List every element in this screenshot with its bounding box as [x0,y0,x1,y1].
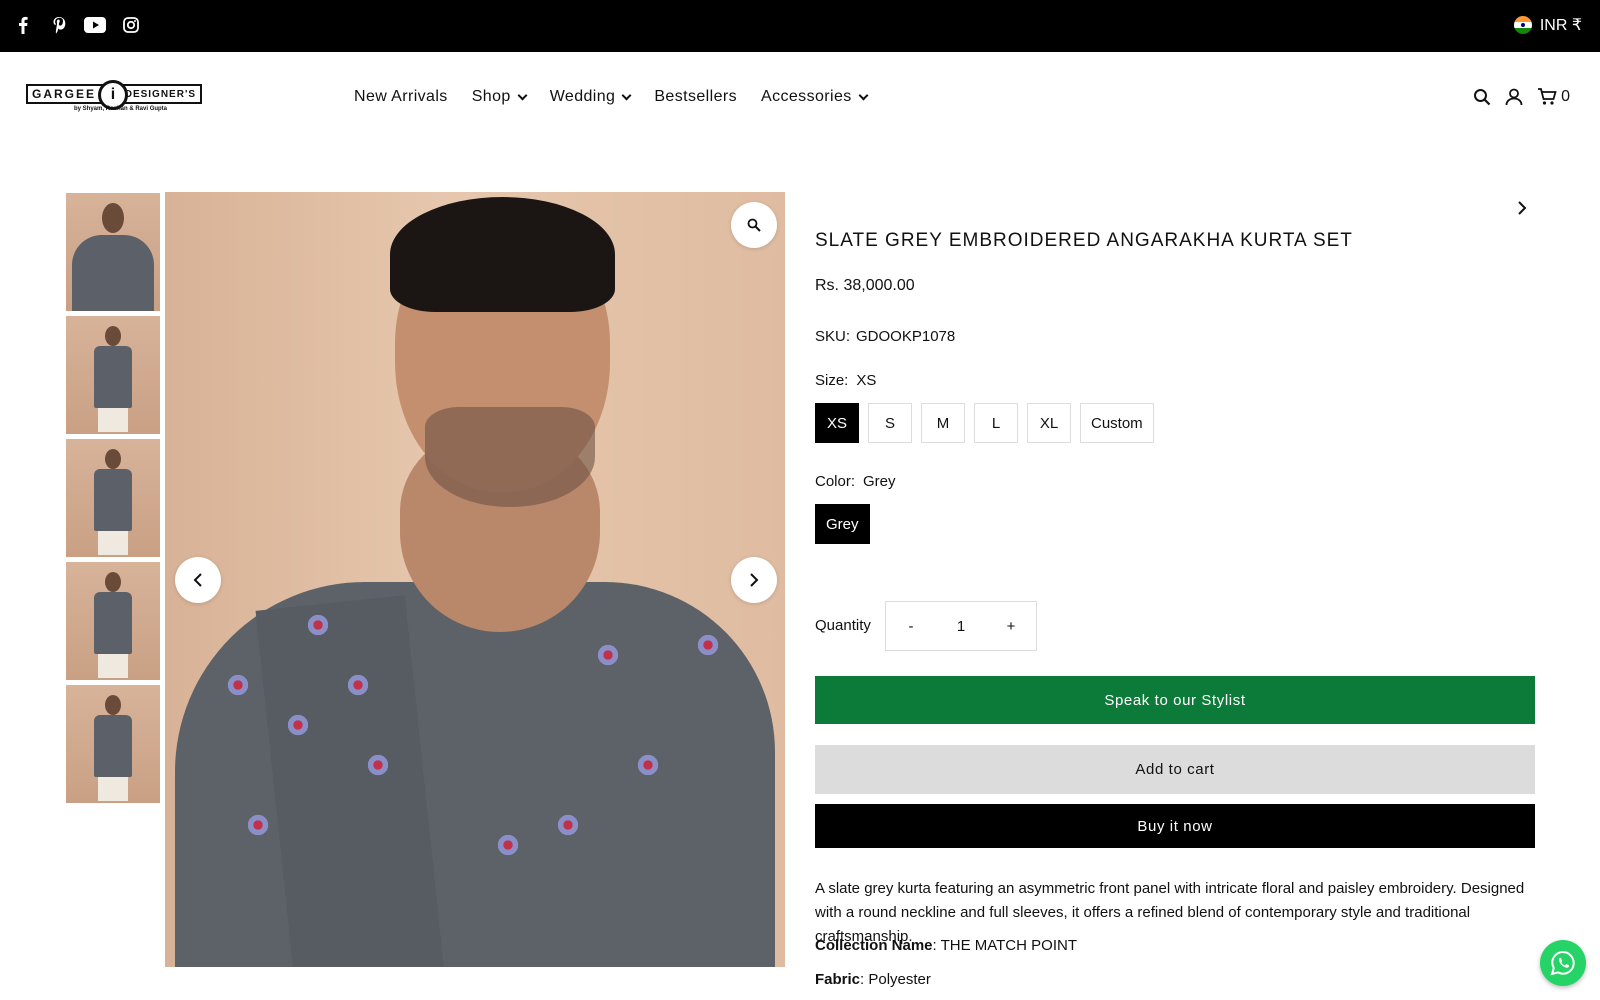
thumbnail-1[interactable] [66,193,160,311]
quantity-stepper: - 1 + [885,601,1037,651]
size-option-l[interactable]: L [974,403,1018,443]
magnifier-icon [747,218,761,232]
thumbnail-5[interactable] [66,685,160,803]
pinterest-icon[interactable] [48,14,70,36]
youtube-icon[interactable] [84,14,106,36]
size-options: XS S M L XL Custom [815,403,1154,443]
sku-value: GDOOKP1078 [856,328,956,345]
india-flag-icon [1513,16,1532,34]
collection-label: Collection Name [815,937,933,954]
chevron-right-icon [750,573,759,587]
quantity-label: Quantity [815,617,871,634]
currency-selector[interactable]: INR ₹ [1513,15,1582,35]
quantity-increase-button[interactable]: + [986,618,1036,635]
thumbnail-4[interactable] [66,562,160,680]
chevron-down-icon [621,90,632,100]
site-logo[interactable]: GARGEE DESIGNER'S i by Shyam, Roshan & R… [26,80,202,116]
product-title: SLATE GREY EMBROIDERED ANGARAKHA KURTA S… [815,230,1353,251]
main-nav: New Arrivals Shop Wedding Bestsellers Ac… [354,88,869,106]
buy-now-button[interactable]: Buy it now [815,804,1535,848]
next-image-button[interactable] [731,557,777,603]
nav-label: Accessories [761,88,852,105]
zoom-button[interactable] [731,202,777,248]
product-price: Rs. 38,000.00 [815,277,915,294]
nav-label: Shop [471,88,511,105]
whatsapp-chat-button[interactable] [1540,940,1586,986]
fabric-info: Fabric: Polyester [815,971,931,988]
top-bar: INR ₹ [0,0,1600,52]
size-option-m[interactable]: M [921,403,965,443]
account-icon[interactable] [1505,88,1523,106]
product-main-image[interactable] [165,192,785,967]
color-label: Color: Grey [815,473,896,490]
size-label: Size: XS [815,372,876,389]
instagram-icon[interactable] [120,14,142,36]
nav-wedding[interactable]: Wedding [549,88,632,106]
color-label-text: Color: [815,473,856,490]
size-selected-value: XS [856,372,877,389]
chevron-right-icon [1518,201,1527,215]
cart-button[interactable]: 0 [1537,88,1570,106]
previous-image-button[interactable] [175,557,221,603]
sku-label: SKU: [815,328,851,345]
fabric-value: : Polyester [860,971,931,988]
add-to-cart-button[interactable]: Add to cart [815,745,1535,794]
nav-label: Wedding [549,88,616,105]
next-product-button[interactable] [1510,196,1534,220]
facebook-icon[interactable] [12,14,34,36]
size-label-text: Size: [815,372,849,389]
nav-label: New Arrivals [354,88,448,105]
chevron-left-icon [193,573,202,587]
nav-bestsellers[interactable]: Bestsellers [654,88,737,106]
size-option-s[interactable]: S [868,403,912,443]
fabric-label: Fabric [815,971,861,988]
thumbnail-2[interactable] [66,316,160,434]
color-option-grey[interactable]: Grey [815,504,870,544]
search-icon[interactable] [1473,88,1491,106]
social-links [12,14,142,36]
color-selected-value: Grey [863,473,896,490]
color-options: Grey [815,504,870,544]
nav-label: Bestsellers [654,88,738,105]
logo-tagline: by Shyam, Roshan & Ravi Gupta [74,106,168,112]
collection-info: Collection Name: THE MATCH POINT [815,937,1077,954]
thumbnail-list [66,193,160,808]
header-actions: 0 [1473,88,1570,106]
logo-text-left: GARGEE [32,87,97,101]
size-option-custom[interactable]: Custom [1080,403,1154,443]
cart-count: 0 [1561,88,1570,105]
nav-new-arrivals[interactable]: New Arrivals [354,88,448,106]
chevron-down-icon [858,90,869,100]
thumbnail-3[interactable] [66,439,160,557]
chevron-down-icon [517,90,528,100]
nav-accessories[interactable]: Accessories [761,88,869,106]
currency-label: INR ₹ [1539,17,1582,34]
size-option-xl[interactable]: XL [1027,403,1071,443]
size-option-xs[interactable]: XS [815,403,859,443]
product-sku: SKU: GDOOKP1078 [815,328,955,345]
collection-value: : THE MATCH POINT [932,937,1077,954]
nav-shop[interactable]: Shop [471,88,528,106]
quantity-input[interactable]: 1 [936,618,986,635]
logo-text-right: DESIGNER'S [124,88,196,100]
quantity-decrease-button[interactable]: - [886,618,936,635]
cart-icon [1538,88,1557,105]
speak-to-stylist-button[interactable]: Speak to our Stylist [815,676,1535,724]
whatsapp-icon [1550,950,1575,976]
